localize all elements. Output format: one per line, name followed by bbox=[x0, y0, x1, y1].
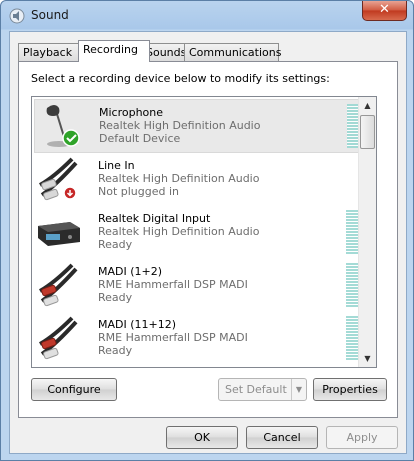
device-status: Ready bbox=[98, 238, 133, 251]
level-meter bbox=[346, 263, 358, 307]
device-driver: RME Hammerfall DSP MADI bbox=[98, 278, 248, 291]
default-check-icon bbox=[62, 129, 80, 147]
configure-button[interactable]: Configure bbox=[31, 378, 117, 401]
device-list[interactable]: Microphone Realtek High Definition Audio… bbox=[31, 96, 377, 368]
device-item-madi-11-12[interactable]: MADI (11+12) RME Hammerfall DSP MADI Rea… bbox=[34, 312, 358, 364]
tab-recording[interactable]: Recording bbox=[78, 40, 150, 62]
instruction-text: Select a recording device below to modif… bbox=[31, 72, 330, 85]
device-name: Realtek Digital Input bbox=[98, 212, 211, 225]
device-name: MADI (11+12) bbox=[98, 318, 177, 331]
device-driver: Realtek High Definition Audio bbox=[98, 172, 260, 185]
set-default-button[interactable]: Set Default ▼ bbox=[218, 378, 307, 401]
cancel-button[interactable]: Cancel bbox=[246, 426, 318, 449]
scroll-thumb[interactable] bbox=[360, 115, 375, 149]
device-status: Default Device bbox=[99, 132, 181, 145]
dialog-client: Playback Recording Sounds Communications… bbox=[9, 31, 407, 454]
scroll-up-arrow-icon[interactable]: ▲ bbox=[359, 97, 376, 114]
device-status: Ready bbox=[98, 344, 133, 357]
sound-dialog: Sound ✕ Playback Recording Sounds Commun… bbox=[0, 0, 414, 461]
microphone-icon bbox=[46, 105, 80, 147]
scroll-down-arrow-icon[interactable]: ▼ bbox=[359, 350, 376, 367]
device-status: Not plugged in bbox=[98, 185, 180, 198]
device-item-madi-1-2[interactable]: MADI (1+2) RME Hammerfall DSP MADI Ready bbox=[34, 259, 358, 311]
device-item-microphone[interactable]: Microphone Realtek High Definition Audio… bbox=[34, 99, 360, 153]
speaker-icon bbox=[9, 8, 25, 24]
device-name: MADI (1+2) bbox=[98, 265, 163, 278]
level-meter bbox=[346, 210, 358, 254]
ok-button[interactable]: OK bbox=[166, 426, 238, 449]
device-name: Microphone bbox=[99, 106, 164, 119]
device-item-digital-input[interactable]: Realtek Digital Input Realtek High Defin… bbox=[34, 206, 358, 258]
tab-playback[interactable]: Playback bbox=[18, 43, 79, 61]
chevron-down-icon[interactable]: ▼ bbox=[291, 379, 306, 400]
device-driver: RME Hammerfall DSP MADI bbox=[98, 331, 248, 344]
tab-communications[interactable]: Communications bbox=[184, 43, 281, 61]
recording-panel: Select a recording device below to modif… bbox=[18, 61, 398, 418]
rca-cable-icon bbox=[38, 263, 78, 307]
device-name: Line In bbox=[98, 159, 135, 172]
digital-input-box-icon bbox=[38, 222, 80, 246]
set-default-label: Set Default bbox=[225, 383, 287, 396]
window-title: Sound bbox=[31, 8, 69, 22]
rca-cable-icon bbox=[38, 157, 78, 201]
apply-button[interactable]: Apply bbox=[326, 426, 398, 449]
device-status: Ready bbox=[98, 291, 133, 304]
device-driver: Realtek High Definition Audio bbox=[99, 119, 261, 132]
device-driver: Realtek High Definition Audio bbox=[98, 225, 260, 238]
vertical-scrollbar[interactable]: ▲ ▼ bbox=[358, 97, 376, 367]
device-item-line-in[interactable]: Line In Realtek High Definition Audio No… bbox=[34, 153, 358, 205]
properties-button[interactable]: Properties bbox=[313, 378, 387, 401]
close-button[interactable]: ✕ bbox=[362, 1, 407, 21]
title-bar[interactable]: Sound ✕ bbox=[1, 1, 413, 31]
level-meter bbox=[346, 316, 358, 360]
rca-cable-icon bbox=[38, 316, 78, 360]
